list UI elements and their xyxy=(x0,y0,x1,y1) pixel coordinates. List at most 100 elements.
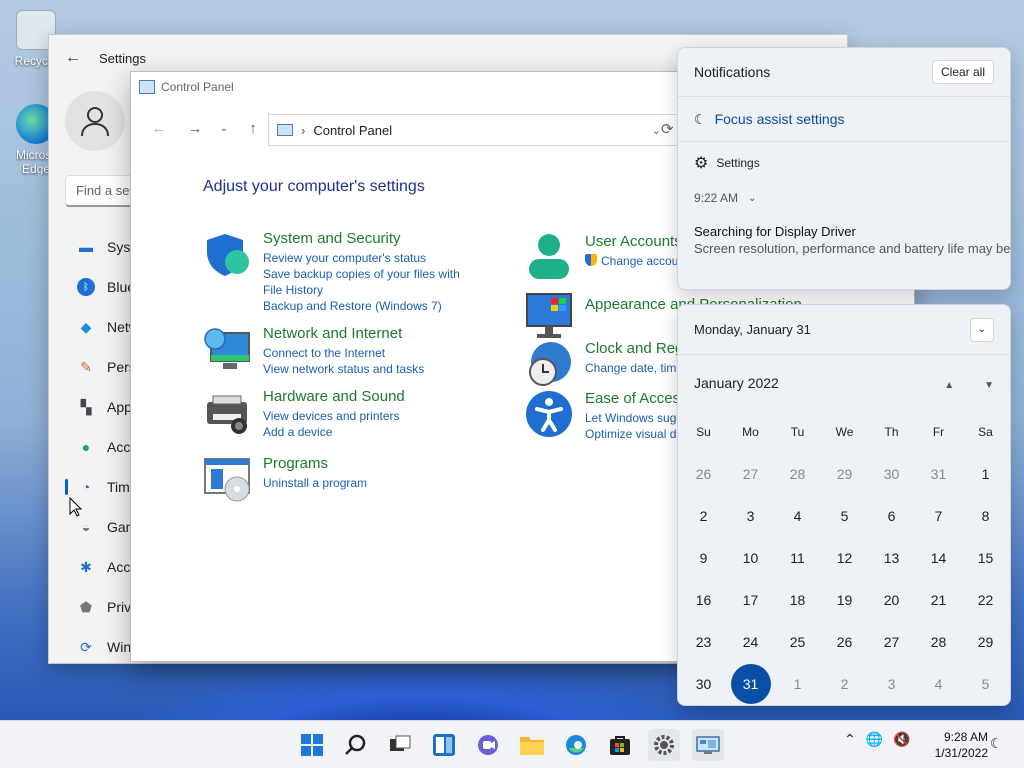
next-month-icon[interactable]: ▼ xyxy=(984,380,994,391)
control-panel-taskbar-icon[interactable] xyxy=(692,729,724,761)
printer-icon[interactable] xyxy=(203,388,251,436)
edge-icon[interactable] xyxy=(560,729,592,761)
recent-locations-chevron-icon[interactable]: ⌄ xyxy=(213,123,235,134)
calendar-day[interactable]: 30 xyxy=(680,663,727,705)
calendar-day[interactable]: 1 xyxy=(962,453,1009,495)
calendar-day[interactable]: 2 xyxy=(821,663,868,705)
calendar-day[interactable]: 19 xyxy=(821,579,868,621)
calendar-day[interactable]: 5 xyxy=(962,663,1009,705)
previous-month-icon[interactable]: ▲ xyxy=(944,380,954,391)
refresh-icon[interactable]: ⟳ xyxy=(661,120,674,138)
category-network-internet: Network and Internet Connect to the Inte… xyxy=(203,325,463,377)
up-arrow-icon[interactable]: ↑ xyxy=(235,120,271,137)
globe-icon[interactable]: 🌐 xyxy=(866,731,883,748)
calendar-day[interactable]: 23 xyxy=(680,621,727,663)
notification-item[interactable]: Searching for Display Driver Screen reso… xyxy=(678,212,1010,256)
category-link[interactable]: Uninstall a program xyxy=(263,475,367,491)
category-title[interactable]: Hardware and Sound xyxy=(263,388,405,405)
focus-assist-link[interactable]: ☾ Focus assist settings xyxy=(678,96,1010,142)
calendar-day[interactable]: 29 xyxy=(821,453,868,495)
calendar-day[interactable]: 20 xyxy=(868,579,915,621)
calendar-day[interactable]: 18 xyxy=(774,579,821,621)
category-link[interactable]: View devices and printers xyxy=(263,408,405,424)
calendar-day[interactable]: 22 xyxy=(962,579,1009,621)
file-explorer-icon[interactable] xyxy=(516,729,548,761)
clear-all-button[interactable]: Clear all xyxy=(931,60,994,84)
start-icon[interactable] xyxy=(296,729,328,761)
category-link[interactable]: View network status and tasks xyxy=(263,361,424,377)
back-arrow-icon[interactable]: ← xyxy=(141,120,177,137)
calendar-day[interactable]: 6 xyxy=(868,495,915,537)
calendar-day-number: 8 xyxy=(981,508,990,524)
calendar-day[interactable]: 24 xyxy=(727,621,774,663)
store-icon[interactable] xyxy=(604,729,636,761)
accessibility-icon[interactable] xyxy=(525,390,573,438)
calendar-day[interactable]: 7 xyxy=(915,495,962,537)
taskbar-clock[interactable]: 9:28 AM 1/31/2022 xyxy=(922,729,988,761)
calendar-day[interactable]: 16 xyxy=(680,579,727,621)
appearance-monitor-icon[interactable] xyxy=(525,292,573,340)
settings-title: Settings xyxy=(99,50,146,66)
category-link[interactable]: Save backup copies of your files with Fi… xyxy=(263,266,463,298)
calendar-day[interactable]: 26 xyxy=(821,621,868,663)
security-shield-icon[interactable] xyxy=(203,230,251,278)
settings-gear-icon[interactable] xyxy=(648,729,680,761)
calendar-day[interactable]: 9 xyxy=(680,537,727,579)
calendar-day[interactable]: 29 xyxy=(962,621,1009,663)
calendar-day[interactable]: 2 xyxy=(680,495,727,537)
calendar-day[interactable]: 31 xyxy=(727,663,774,705)
category-title[interactable]: Programs xyxy=(263,455,367,472)
chevron-down-icon[interactable]: ⌄ xyxy=(652,124,661,137)
widgets-icon[interactable] xyxy=(428,729,460,761)
calendar-day[interactable]: 26 xyxy=(680,453,727,495)
category-link[interactable]: Backup and Restore (Windows 7) xyxy=(263,298,463,314)
calendar-day[interactable]: 17 xyxy=(727,579,774,621)
calendar-day[interactable]: 30 xyxy=(868,453,915,495)
calendar-day[interactable]: 14 xyxy=(915,537,962,579)
calendar-day[interactable]: 13 xyxy=(868,537,915,579)
category-title[interactable]: Network and Internet xyxy=(263,325,424,342)
category-title[interactable]: System and Security xyxy=(263,230,463,247)
forward-arrow-icon[interactable]: → xyxy=(177,120,213,137)
chat-icon[interactable] xyxy=(472,729,504,761)
category-link[interactable]: Review your computer's status xyxy=(263,250,463,266)
clock-globe-icon[interactable] xyxy=(525,340,573,388)
notification-group-time[interactable]: 9:22 AM ⌄ xyxy=(678,184,1010,212)
network-globe-icon[interactable] xyxy=(203,325,251,373)
month-label[interactable]: January 2022 xyxy=(694,375,779,391)
calendar-day[interactable]: 11 xyxy=(774,537,821,579)
calendar-day[interactable]: 31 xyxy=(915,453,962,495)
calendar-day[interactable]: 12 xyxy=(821,537,868,579)
category-link[interactable]: Add a device xyxy=(263,424,405,440)
calendar-day[interactable]: 4 xyxy=(915,663,962,705)
calendar-day[interactable]: 27 xyxy=(868,621,915,663)
calendar-day[interactable]: 8 xyxy=(962,495,1009,537)
calendar-day[interactable]: 10 xyxy=(727,537,774,579)
focus-moon-icon[interactable]: ☾ xyxy=(990,735,1003,752)
calendar-day[interactable]: 27 xyxy=(727,453,774,495)
user-accounts-icon[interactable] xyxy=(525,233,573,281)
calendar-day[interactable]: 21 xyxy=(915,579,962,621)
chevron-up-icon[interactable]: ⌃ xyxy=(844,731,856,748)
search-icon[interactable] xyxy=(340,729,372,761)
breadcrumb[interactable]: Control Panel xyxy=(313,123,392,138)
calendar-day[interactable]: 5 xyxy=(821,495,868,537)
task-view-icon[interactable] xyxy=(384,729,416,761)
calendar-day[interactable]: 15 xyxy=(962,537,1009,579)
back-arrow-icon[interactable]: ← xyxy=(65,49,81,67)
address-bar[interactable]: › Control Panel ⌄ xyxy=(268,114,708,146)
avatar[interactable] xyxy=(65,91,125,151)
calendar-day[interactable]: 3 xyxy=(727,495,774,537)
volume-muted-icon[interactable]: 🔇 xyxy=(893,731,910,748)
category-link[interactable]: Connect to the Internet xyxy=(263,345,424,361)
calendar-date-header: Monday, January 31 ⌄ xyxy=(678,305,1010,355)
calendar-day-number: 13 xyxy=(883,550,900,566)
calendar-day[interactable]: 28 xyxy=(915,621,962,663)
programs-icon[interactable] xyxy=(203,455,251,503)
calendar-day[interactable]: 4 xyxy=(774,495,821,537)
calendar-day[interactable]: 3 xyxy=(868,663,915,705)
calendar-day[interactable]: 1 xyxy=(774,663,821,705)
collapse-calendar-button[interactable]: ⌄ xyxy=(970,317,994,342)
calendar-day[interactable]: 25 xyxy=(774,621,821,663)
calendar-day[interactable]: 28 xyxy=(774,453,821,495)
